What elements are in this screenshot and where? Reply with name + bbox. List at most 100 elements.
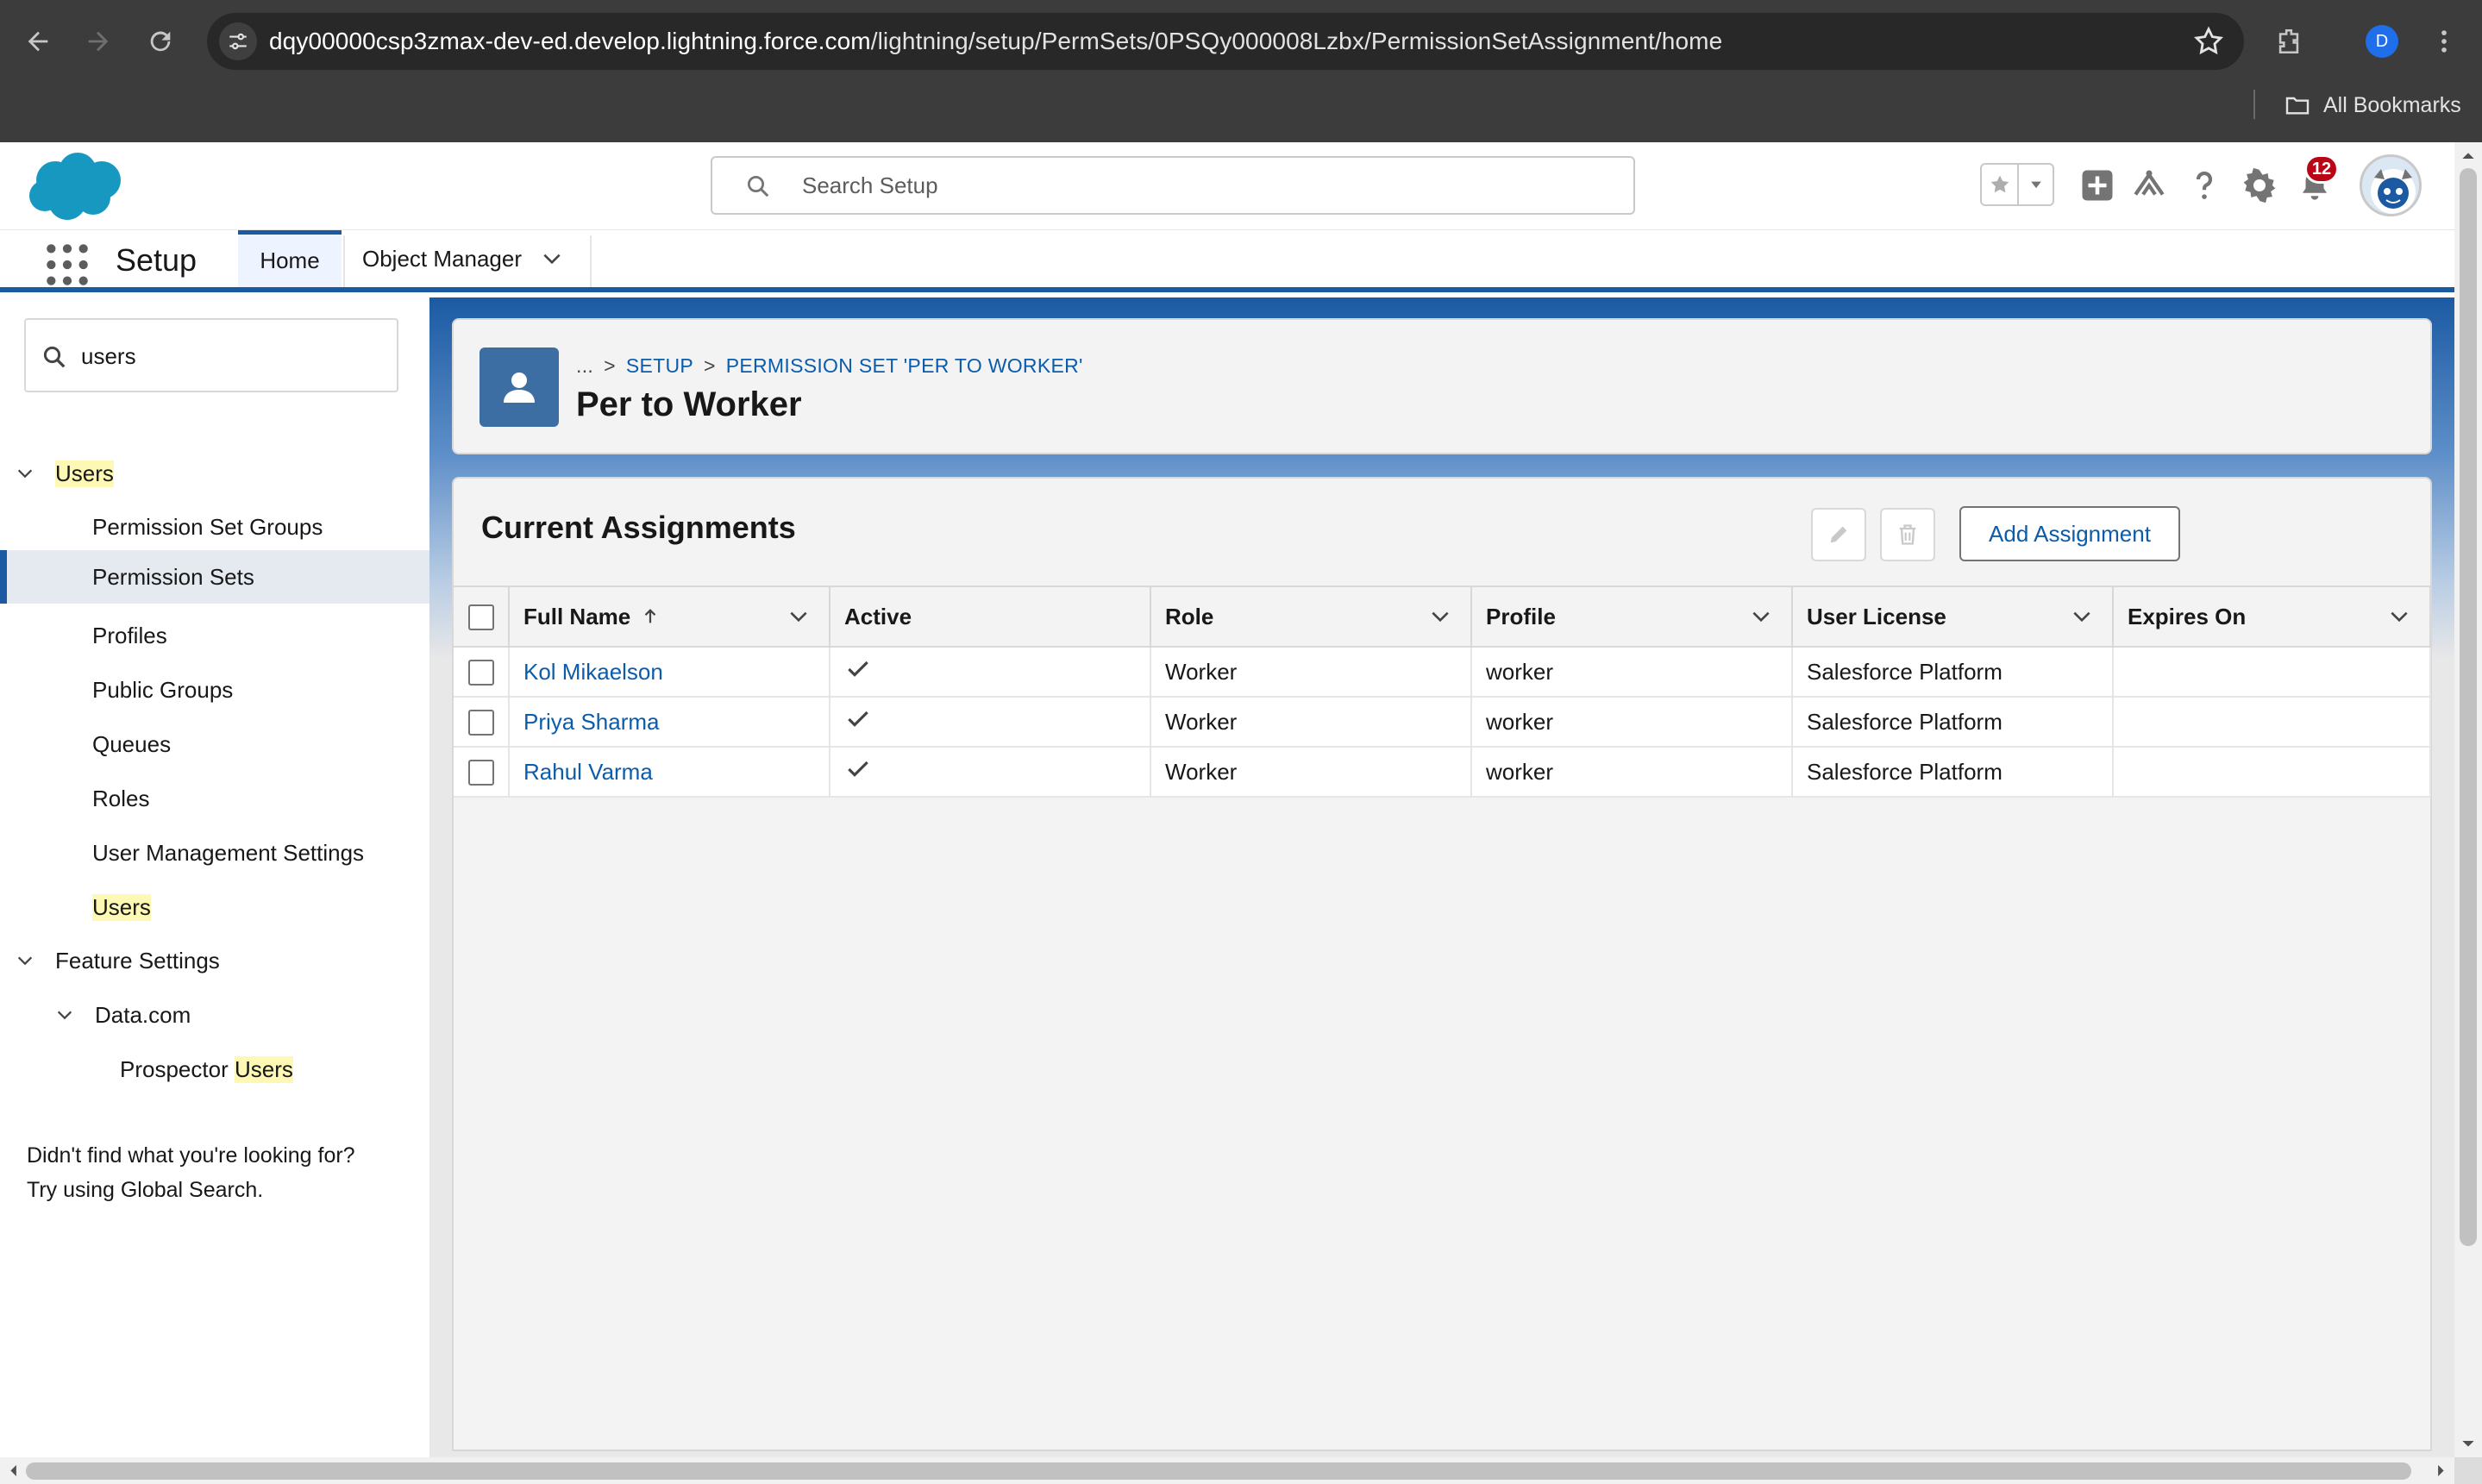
user-link[interactable]: Priya Sharma [523, 709, 660, 735]
reload-icon[interactable] [138, 19, 183, 64]
search-input[interactable] [802, 168, 1578, 203]
delete-button[interactable] [1880, 508, 1935, 561]
extensions-icon[interactable] [2266, 19, 2311, 64]
scroll-up-icon[interactable] [2454, 146, 2482, 165]
vertical-scroll-thumb[interactable] [2460, 168, 2477, 1246]
column-header-full-name[interactable]: Full Name [509, 585, 830, 648]
sidebar-item-prospector-users[interactable]: Prospector Users [120, 1043, 293, 1096]
row-checkbox[interactable] [467, 660, 494, 686]
sidebar-item-feature-settings[interactable]: Feature Settings [16, 934, 220, 987]
column-label: Active [844, 603, 912, 629]
tab-object-manager-label: Object Manager [362, 245, 522, 272]
sidebar-item-queues[interactable]: Queues [92, 717, 171, 771]
scroll-left-icon[interactable] [3, 1457, 22, 1484]
sidebar-item-data-com[interactable]: Data.com [55, 988, 191, 1042]
sidebar-item-roles[interactable]: Roles [92, 772, 149, 825]
breadcrumb-ellipsis[interactable]: ... [576, 354, 593, 378]
row-checkbox[interactable] [467, 760, 494, 786]
sidebar-item-label: Prospector [120, 1055, 235, 1082]
global-header: 12 [0, 142, 2454, 230]
back-icon[interactable] [16, 19, 60, 64]
global-actions-icon[interactable] [2075, 163, 2120, 208]
sidebar-item-profiles[interactable]: Profiles [92, 609, 167, 662]
cell-full-name: Kol Mikaelson [509, 647, 830, 698]
setup-search[interactable] [711, 156, 1635, 215]
bookmark-star-icon[interactable] [2192, 25, 2225, 58]
column-label: Full Name [523, 603, 631, 629]
app-launcher-icon[interactable] [43, 241, 91, 289]
table-header-row: Full Name Active Role Profile User Licen… [454, 585, 2431, 648]
page-header: ... > SETUP > PERMISSION SET 'PER TO WOR… [452, 318, 2432, 454]
forward-icon[interactable] [76, 19, 121, 64]
table-row: Rahul Varma Worker worker Salesforce Pla… [454, 747, 2431, 798]
column-header-expires-on[interactable]: Expires On [2113, 585, 2431, 648]
address-bar[interactable]: dqy00000csp3zmax-dev-ed.develop.lightnin… [207, 13, 2244, 70]
profile-button[interactable]: D [2360, 19, 2404, 64]
chevron-down-icon[interactable] [2388, 605, 2410, 628]
column-header-role[interactable]: Role [1150, 585, 1472, 648]
vertical-scrollbar[interactable] [2454, 142, 2482, 1457]
horizontal-scrollbar[interactable] [0, 1457, 2454, 1484]
user-avatar[interactable] [2360, 154, 2422, 216]
user-link[interactable]: Rahul Varma [523, 759, 653, 785]
horizontal-scroll-thumb[interactable] [26, 1462, 2411, 1480]
sidebar-help-line: Try using Global Search. [27, 1178, 264, 1202]
checkmark-icon [848, 711, 868, 727]
breadcrumb-permission-set[interactable]: PERMISSION SET 'PER TO WORKER' [726, 354, 1083, 378]
tab-home[interactable]: Home [238, 230, 342, 287]
cell-role: Worker [1150, 647, 1472, 698]
sidebar-item-users-group[interactable]: Users [16, 447, 114, 500]
column-header-user-license[interactable]: User License [1792, 585, 2114, 648]
breadcrumb-setup[interactable]: SETUP [626, 354, 693, 378]
site-info-icon[interactable] [219, 22, 257, 60]
chevron-down-icon[interactable] [16, 464, 34, 483]
page-title: Per to Worker [576, 385, 802, 423]
chevron-down-icon[interactable] [2071, 605, 2093, 628]
sort-ascending-icon [644, 609, 656, 623]
cell-expires-on [2113, 697, 2431, 748]
trailhead-icon[interactable] [2127, 163, 2172, 208]
sidebar-item-label: User Management Settings [92, 839, 365, 866]
table-row: Priya Sharma Worker worker Salesforce Pl… [454, 697, 2431, 748]
tab-divider [343, 235, 345, 287]
chevron-down-icon[interactable] [55, 1005, 74, 1024]
chevron-down-icon[interactable] [787, 605, 810, 628]
all-bookmarks-label: All Bookmarks [2323, 92, 2461, 117]
user-link[interactable]: Kol Mikaelson [523, 659, 663, 685]
favorites-star-icon[interactable] [1982, 165, 2017, 204]
chevron-down-icon[interactable] [16, 951, 34, 970]
scroll-down-icon[interactable] [2454, 1435, 2482, 1454]
chevron-down-icon[interactable] [1429, 605, 1451, 628]
cell-active [830, 697, 1151, 748]
browser-menu-icon[interactable] [2422, 19, 2466, 64]
sidebar-item-permission-sets[interactable]: Permission Sets [0, 550, 429, 604]
chevron-down-icon[interactable] [1750, 605, 1772, 628]
column-header-active[interactable]: Active [830, 585, 1151, 648]
quick-find-input[interactable] [81, 339, 374, 373]
row-checkbox[interactable] [467, 710, 494, 736]
help-icon[interactable] [2182, 163, 2227, 208]
salesforce-logo-icon[interactable] [24, 151, 128, 223]
column-header-profile[interactable]: Profile [1471, 585, 1793, 648]
scroll-right-icon[interactable] [2432, 1457, 2451, 1484]
breadcrumb-separator: > [604, 354, 616, 377]
trash-icon [1899, 524, 1916, 545]
sidebar-item-label: Feature Settings [55, 947, 220, 974]
tab-object-manager[interactable]: Object Manager [362, 230, 563, 287]
sidebar-item-users[interactable]: Users [92, 880, 151, 934]
quick-find[interactable] [24, 318, 398, 392]
main-content: ... > SETUP > PERMISSION SET 'PER TO WOR… [429, 297, 2454, 1457]
sidebar-item-user-management-settings[interactable]: User Management Settings [92, 826, 364, 880]
all-bookmarks-button[interactable]: All Bookmarks [2284, 90, 2461, 121]
cell-user-license: Salesforce Platform [1792, 747, 2114, 798]
select-all-checkbox[interactable] [467, 604, 494, 631]
add-assignment-button[interactable]: Add Assignment [1959, 506, 2180, 561]
favorites-dropdown-icon[interactable] [2017, 165, 2053, 204]
chevron-down-icon[interactable] [541, 247, 563, 270]
gear-icon[interactable] [2237, 163, 2282, 208]
sidebar-item-permission-set-groups[interactable]: Permission Set Groups [92, 500, 323, 554]
edit-button[interactable] [1811, 508, 1866, 561]
sidebar-item-public-groups[interactable]: Public Groups [92, 663, 233, 717]
sidebar-item-label: Users [55, 460, 114, 487]
table-row: Kol Mikaelson Worker worker Salesforce P… [454, 647, 2431, 698]
